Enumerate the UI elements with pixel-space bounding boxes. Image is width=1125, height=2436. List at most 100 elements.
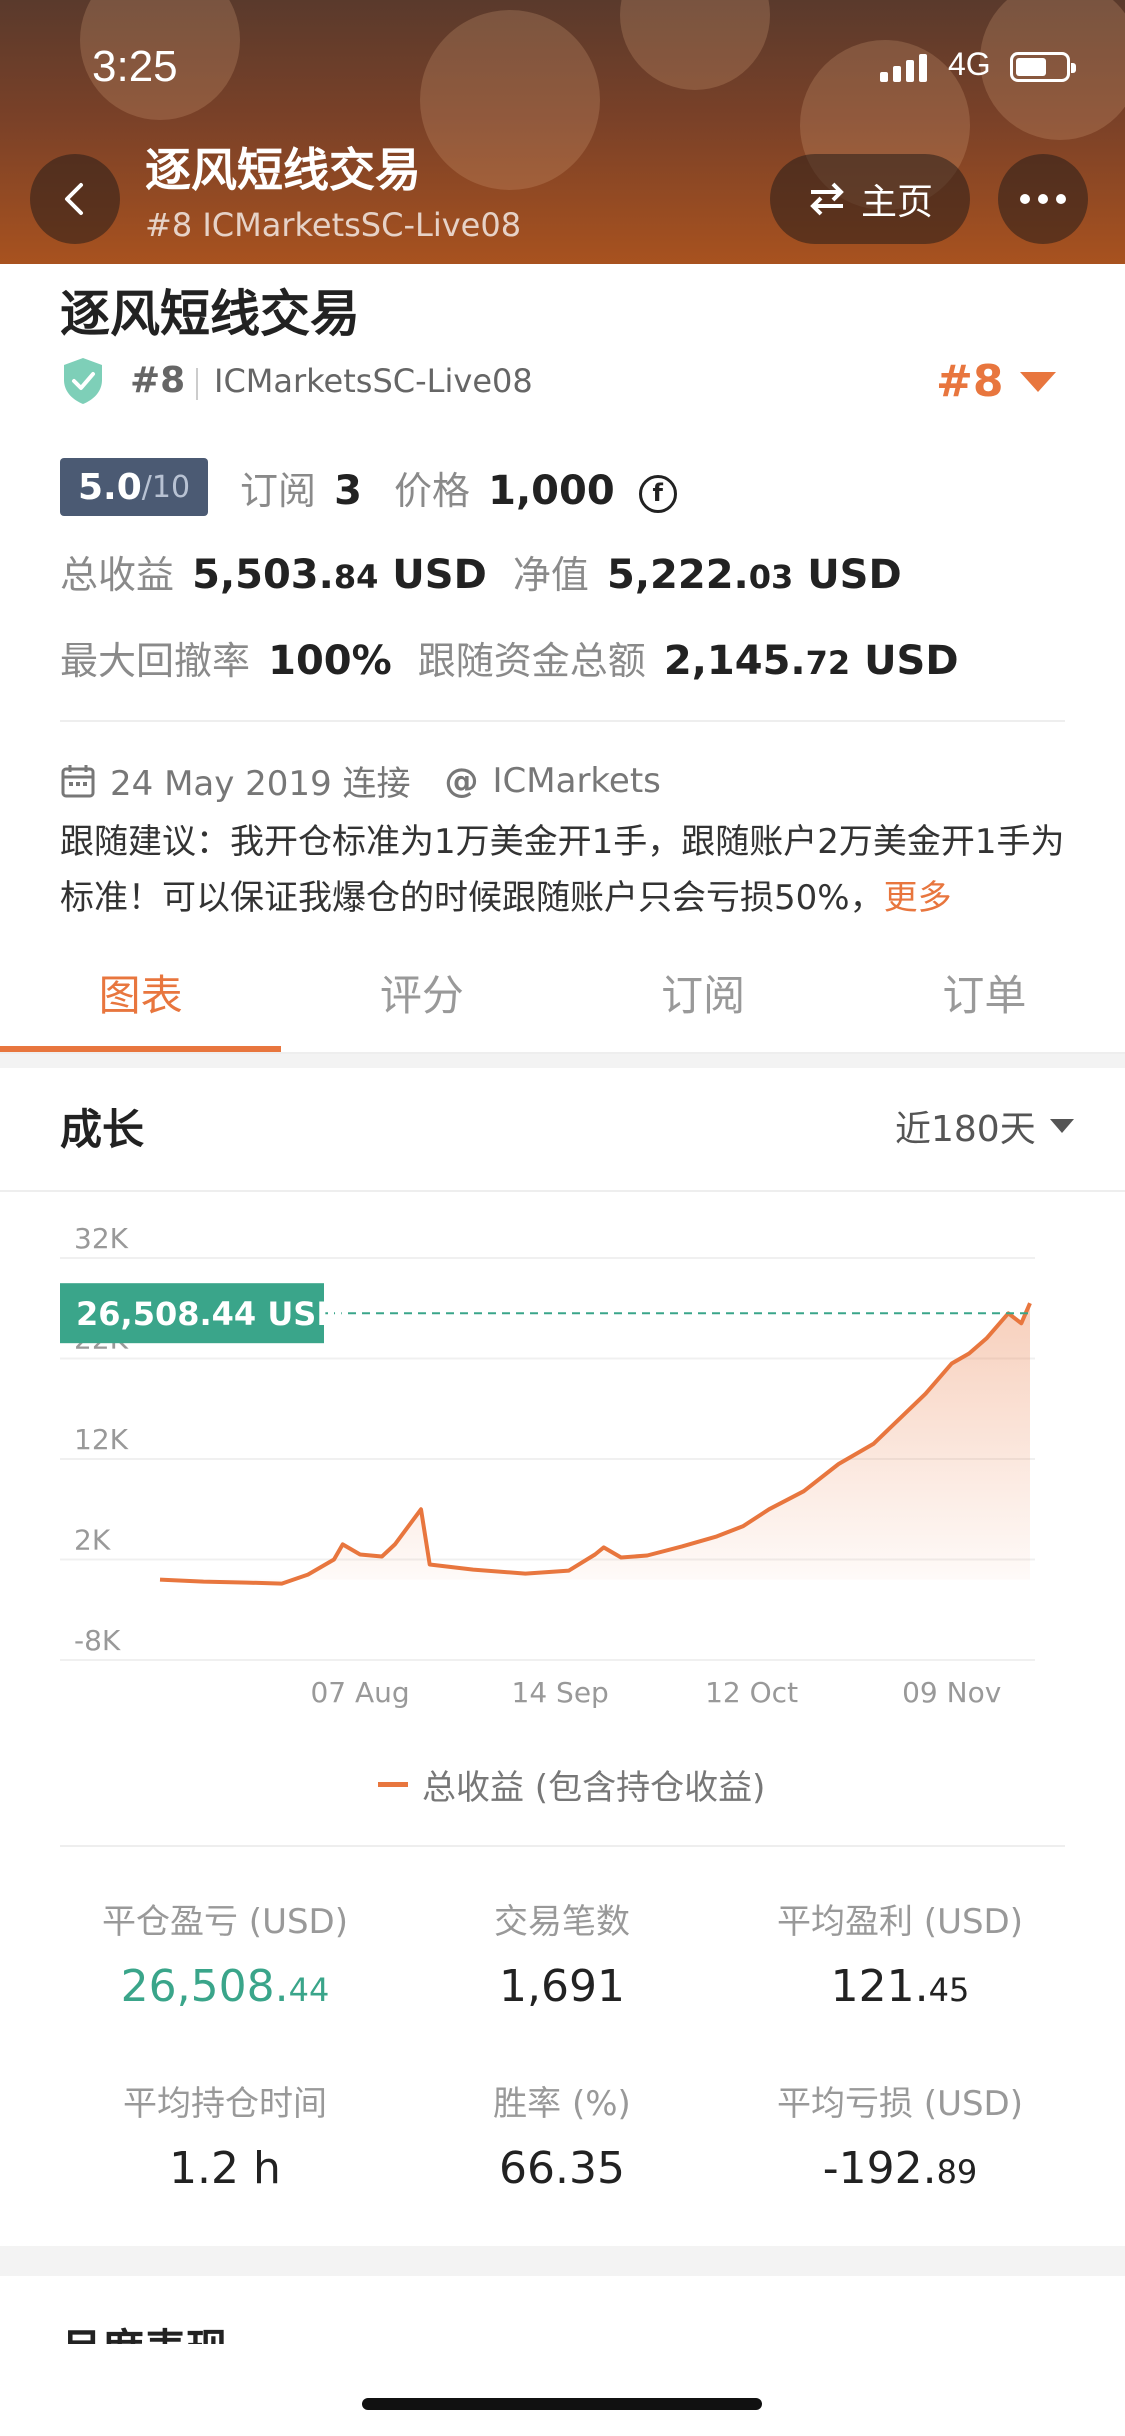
price-value: 1,000 [488,468,615,514]
stat-label: 交易笔数 [494,1902,630,1942]
x-tick-label: 14 Sep [512,1676,609,1709]
equity-label: 净值 [512,553,589,597]
stat-closed-pnl: 平仓盈亏 (USD) 26,508.44 [60,1894,390,2012]
subscribe-price-row: 订阅 3 价格 1,000 f [240,460,677,515]
stat-value: 1.2 h [169,2143,281,2194]
caret-down-icon[interactable] [1020,372,1056,392]
legend-label: 总收益 (包含持仓收益) [422,1768,766,1808]
tab-bar: 图表 评分 订阅 订单 [0,948,1125,1052]
connect-date: 24 May 2019 连接 [110,764,411,804]
y-tick-label: 32K [74,1222,129,1255]
stat-value: 121.45 [830,1961,970,2012]
header-subtitle: #8 ICMarketsSC-Live08 [145,206,522,244]
y-tick-label: -8K [74,1624,121,1657]
total-profit-decimal: 84 [333,558,379,596]
verified-shield-icon [64,358,102,404]
score-value: 5.0 [77,466,142,508]
x-tick-label: 09 Nov [902,1676,1001,1709]
stat-value: 26,508.44 [120,1961,330,2012]
chevron-left-icon [65,183,83,215]
series-area [160,1303,1030,1584]
total-profit-label: 总收益 [60,553,175,597]
divider [196,368,198,400]
more-dots-icon [1020,194,1066,204]
subscribe-label: 订阅 [240,469,317,513]
stat-label: 平仓盈亏 (USD) [102,1902,348,1942]
divider [60,1845,1065,1847]
total-profit-value: 5,503. [192,552,334,598]
follow-funds-unit: USD [864,638,959,684]
stat-value: 66.35 [499,2143,625,2194]
price-label: 价格 [394,469,471,513]
stat-label: 平均亏损 (USD) [777,2084,1023,2124]
follow-funds-label: 跟随资金总额 [417,639,646,683]
drawdown-row: 最大回撤率 100% 跟随资金总额 2,145.72 USD [60,630,965,685]
tab-orders[interactable]: 订单 [844,948,1125,1052]
equity-value: 5,222. [607,552,749,598]
equity-unit: USD [807,552,902,598]
follow-funds-decimal: 72 [805,644,851,682]
signal-icon [880,52,927,82]
profit-row: 总收益 5,503.84 USD 净值 5,222.03 USD [60,544,908,599]
monthly-section-title: 月度表现 [60,2316,228,2344]
growth-title: 成长 [60,1105,145,1154]
coin-icon: f [638,474,677,513]
follow-advice: 跟随建议：我开仓标准为1万美金开1手，跟随账户2万美金开1手为标准！可以保证我爆… [60,814,1070,926]
stat-avg-profit: 平均盈利 (USD) 121.45 [735,1894,1065,2012]
range-selector[interactable]: 近180天 [895,1100,1074,1152]
header-title: 逐风短线交易 [145,143,421,197]
back-button[interactable] [30,154,120,244]
divider [60,720,1065,722]
stat-avg-hold-time: 平均持仓时间 1.2 h [60,2076,390,2194]
home-button-label: 主页 [860,182,933,223]
total-profit-unit: USD [392,552,487,598]
caret-down-icon [1049,1119,1074,1133]
swap-icon [810,182,844,216]
stat-value: 1,691 [499,1961,625,2012]
home-button[interactable]: 主页 [770,154,970,244]
stat-label: 平均盈利 (USD) [777,1902,1023,1942]
legend-swatch [378,1782,408,1787]
score-badge: 5.0/10 [60,458,208,516]
x-tick-label: 12 Oct [705,1676,798,1709]
tab-rating[interactable]: 评分 [281,948,562,1052]
stat-label: 平均持仓时间 [123,2084,327,2124]
max-drawdown-label: 最大回撤率 [60,639,251,683]
stat-win-rate: 胜率 (%) 66.35 [397,2076,727,2194]
equity-decimal: 03 [748,558,794,596]
server-name: ICMarketsSC-Live08 [214,362,533,400]
stat-avg-loss: 平均亏损 (USD) -192.89 [735,2076,1065,2194]
home-indicator[interactable] [362,2398,762,2410]
more-link[interactable]: 更多 [884,878,952,918]
growth-chart: 32K22K12K2K-8K 07 Aug14 Sep12 Oct09 Nov … [60,1222,1035,1709]
battery-icon [1010,52,1076,82]
rank-inline: #8 [130,360,186,401]
tab-subscribe[interactable]: 订阅 [563,948,844,1052]
x-axis: 07 Aug 14 Sep 12 Oct 09 Nov [310,1676,1001,1709]
range-label: 近180天 [895,1109,1036,1150]
status-time: 3:25 [92,42,178,91]
stat-value: -192.89 [822,2143,978,2194]
more-button[interactable] [998,154,1088,244]
max-drawdown-value: 100% [268,638,392,684]
score-max: /10 [141,469,191,505]
calendar-icon [61,764,95,797]
status-bar: 3:25 4G [0,0,1125,130]
meta-row: 24 May 2019 连接 @ ICMarkets [60,756,661,805]
stat-label: 胜率 (%) [493,2084,631,2124]
y-tick-label: 2K [74,1524,111,1557]
rank-dropdown[interactable]: #8 [936,356,1003,407]
header: 3:25 4G 逐风短线交易 #8 ICMarketsSC-Live08 主页 [0,0,1125,264]
trader-name: 逐风短线交易 [60,285,360,343]
chart-legend: 总收益 (包含持仓收益) [378,1760,765,1809]
stat-trade-count: 交易笔数 1,691 [397,1894,727,2012]
follow-funds-value: 2,145. [663,638,806,684]
network-type: 4G [948,46,991,82]
y-tick-label: 12K [74,1423,129,1456]
at-icon: @ [444,760,479,801]
broker-name: ICMarkets [492,760,661,801]
x-tick-label: 07 Aug [310,1676,409,1709]
section-spacer [0,1054,1125,1068]
tab-chart[interactable]: 图表 [0,948,281,1052]
subscribe-count: 3 [334,468,362,514]
